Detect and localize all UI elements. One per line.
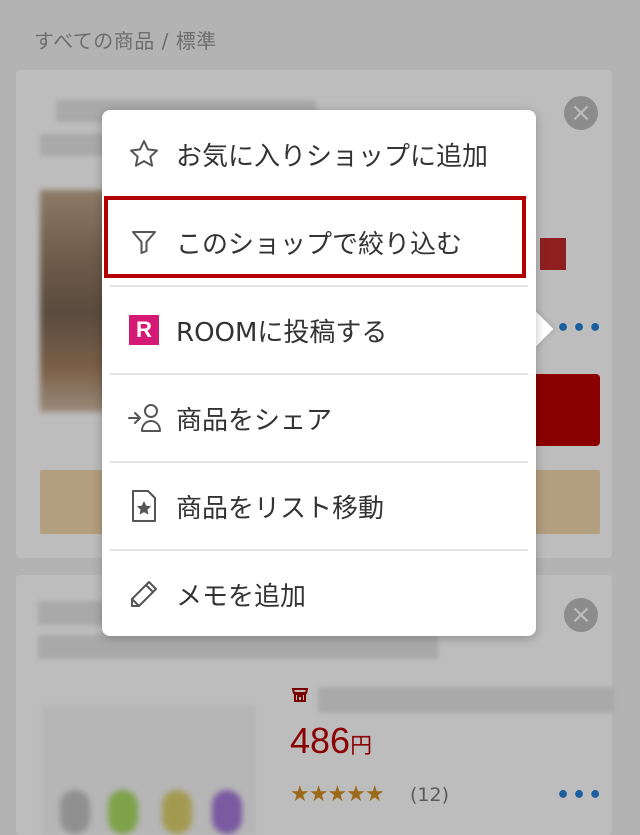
breadcrumb[interactable]: すべての商品 / 標準 [34,25,217,54]
share-person-icon [126,400,162,436]
color-swatch [108,790,138,834]
post-to-room-menu-item[interactable]: R ROOMに投稿する [110,286,528,374]
share-product-menu-item[interactable]: 商品をシェア [110,374,528,462]
menu-item-label: このショップで絞り込む [176,229,463,260]
move-to-list-menu-item[interactable]: 商品をリスト移動 [110,462,528,550]
color-swatch [212,790,242,834]
remove-item-button[interactable]: × [564,96,598,130]
menu-item-label: お気に入りショップに追加 [176,141,489,172]
star-outline-icon [126,136,162,172]
sale-tag [540,238,566,270]
color-swatch [162,790,192,834]
context-menu: お気に入りショップに追加 このショップで絞り込む R ROOMに投稿する 商品を… [102,110,536,636]
product-price: 486円 [290,720,373,761]
add-favorite-shop-menu-item[interactable]: お気に入りショップに追加 [110,110,528,198]
menu-item-label: 商品をリスト移動 [176,493,385,524]
filter-by-shop-menu-item[interactable]: このショップで絞り込む [110,198,528,286]
menu-item-label: ROOMに投稿する [176,317,388,348]
rating-stars: ★★★★★ [290,782,385,807]
review-count[interactable]: (12) [410,784,449,806]
filter-icon [126,224,162,260]
list-star-icon [126,488,162,524]
color-swatch [60,790,90,834]
pencil-icon [126,576,162,612]
add-memo-menu-item[interactable]: メモを追加 [110,550,528,638]
shop-icon [291,685,309,708]
shop-name-blurred [318,687,614,713]
more-options-button[interactable]: ••• [556,783,604,808]
menu-item-label: 商品をシェア [176,405,333,436]
remove-item-button[interactable]: × [564,598,598,632]
menu-item-label: メモを追加 [176,581,307,612]
product-title-blurred [38,635,438,659]
more-options-button[interactable]: ••• [556,316,604,341]
room-logo: R [129,315,159,345]
room-logo-icon: R [126,312,162,348]
